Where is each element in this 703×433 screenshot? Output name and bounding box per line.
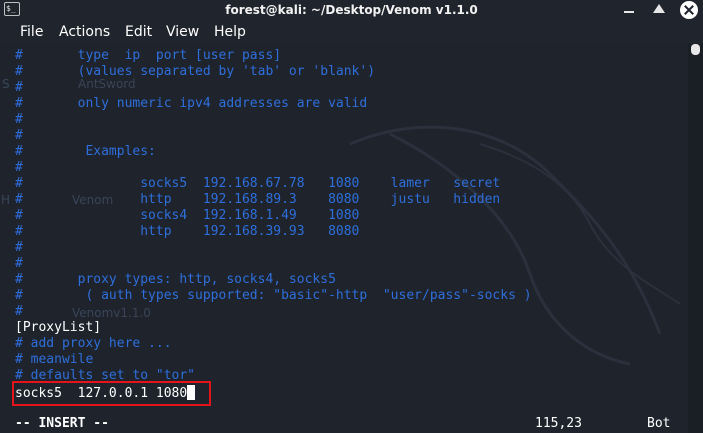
desktop-ghost-h: H (1, 193, 11, 207)
menu-help[interactable]: Help (214, 20, 246, 44)
editor-line: # (values separated by 'tab' or 'blank') (15, 64, 376, 79)
desktop-ghost-s: S (2, 77, 10, 91)
editor-line: # http 192.168.89.3 8080 justu hidden (15, 192, 501, 207)
editor-line: # (15, 80, 23, 95)
menu-actions[interactable]: Actions (59, 20, 110, 44)
highlight-box (12, 381, 211, 406)
kali-dragon-watermark (349, 125, 681, 366)
vertical-scrollbar[interactable] (688, 44, 703, 433)
minimize-icon[interactable] (621, 2, 637, 18)
scroll-position: Bot (647, 416, 671, 431)
editor-line: # (15, 256, 23, 271)
menu-edit[interactable]: Edit (125, 20, 152, 44)
close-icon[interactable] (680, 1, 698, 19)
desktop-ghost-venom-version: Venomv1.1.0 (72, 306, 151, 320)
vim-mode-indicator: -- INSERT -- (15, 416, 109, 431)
menu-view[interactable]: View (166, 20, 199, 44)
editor-line: # ( auth types supported: "basic"-http "… (15, 288, 532, 303)
proxylist-header: [ProxyList] (15, 320, 102, 335)
editor-line: # (15, 112, 23, 127)
menu-file[interactable]: File (20, 20, 43, 44)
cursor-position: 115,23 (535, 416, 582, 431)
editor-line: # only numeric ipv4 addresses are valid (15, 96, 368, 111)
editor-line: # (15, 128, 23, 143)
editor-line: # meanwile (15, 352, 94, 367)
maximize-icon[interactable] (651, 2, 667, 18)
editor-line: # proxy types: http, socks4, socks5 (15, 272, 336, 287)
editor-line: # (15, 304, 23, 319)
editor-line: # type ip port [user pass] (15, 48, 282, 63)
editor-line: # socks4 192.168.1.49 1080 (15, 208, 360, 223)
editor-line: # socks5 192.168.67.78 1080 lamer secret (15, 176, 501, 191)
editor-line: # http 192.168.39.93 8080 (15, 224, 360, 239)
menu-bar: File Actions Edit View Help (0, 20, 703, 44)
editor-line: # (15, 240, 23, 255)
editor-line: # add proxy here ... (15, 336, 172, 351)
terminal-area[interactable]: S AntSword Venom H Venomv1.1.0 # type ip… (0, 44, 688, 433)
scrollbar-thumb[interactable] (691, 44, 700, 55)
editor-line: # (15, 160, 23, 175)
editor-line: # Examples: (15, 144, 156, 159)
title-bar: $_ forest@kali: ~/Desktop/Venom v1.1.0 (0, 0, 703, 20)
window-title: forest@kali: ~/Desktop/Venom v1.1.0 (225, 3, 478, 17)
